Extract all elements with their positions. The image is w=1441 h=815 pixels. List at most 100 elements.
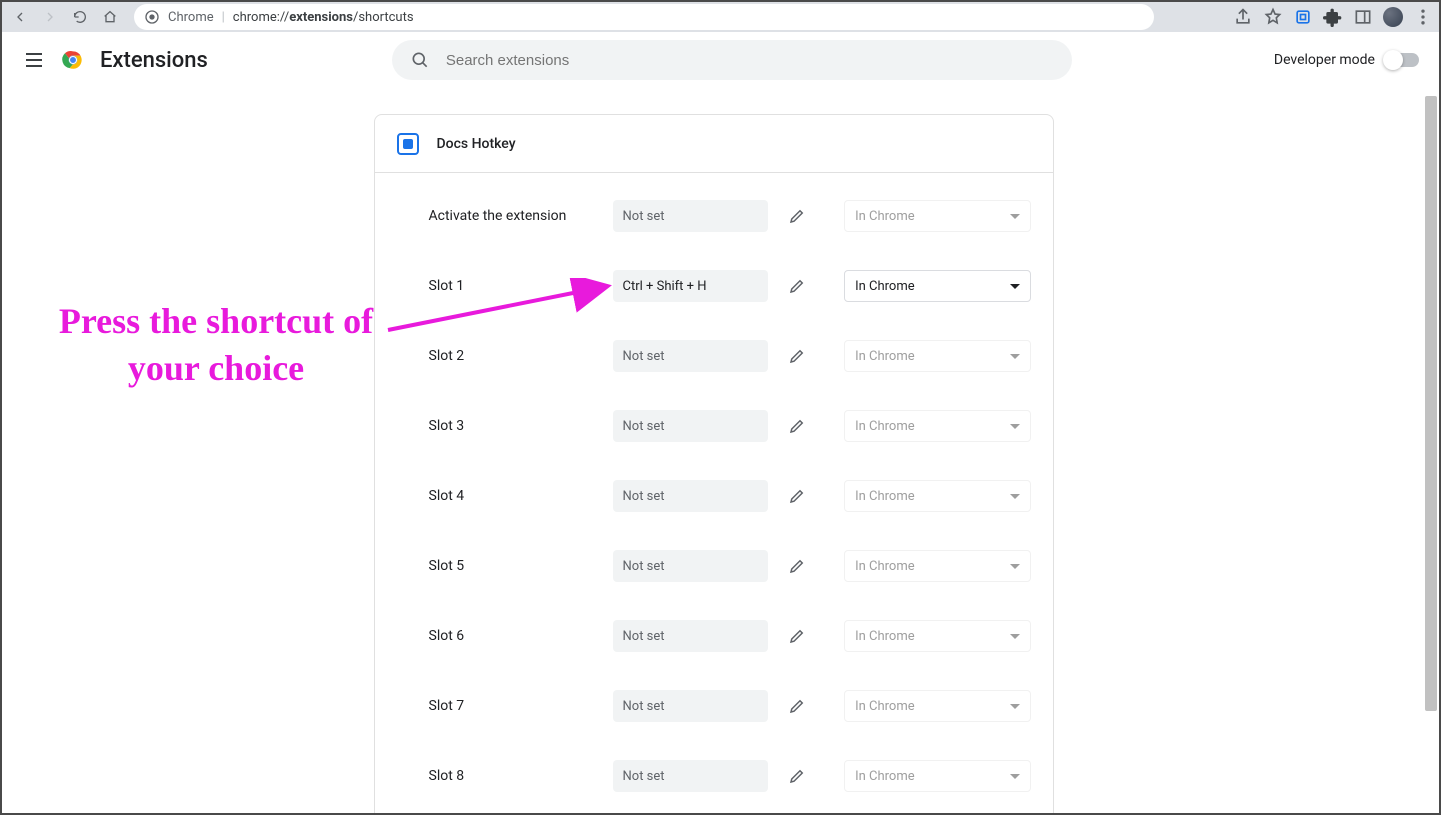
scope-value: In Chrome <box>855 419 915 434</box>
browser-toolbar: Chrome | chrome://extensions/shortcuts <box>2 2 1439 32</box>
shortcut-label: Slot 3 <box>429 418 599 434</box>
side-panel-icon[interactable] <box>1353 7 1373 27</box>
chrome-menu-icon[interactable] <box>1413 7 1433 27</box>
chevron-down-icon <box>1010 704 1020 709</box>
edit-shortcut-button[interactable] <box>784 552 810 580</box>
edit-shortcut-button[interactable] <box>784 202 810 230</box>
scope-value: In Chrome <box>855 559 915 574</box>
shortcut-label: Slot 6 <box>429 628 599 644</box>
bookmark-star-icon[interactable] <box>1263 7 1283 27</box>
scope-value: In Chrome <box>855 209 915 224</box>
omnibox-origin-label: Chrome <box>168 10 214 25</box>
search-box[interactable] <box>392 40 1072 80</box>
pencil-icon <box>788 277 806 295</box>
forward-button[interactable] <box>38 5 62 29</box>
scope-dropdown: In Chrome <box>844 410 1030 442</box>
page-scrollbar[interactable] <box>1425 90 1437 813</box>
page-title: Extensions <box>100 48 208 73</box>
site-info-icon <box>144 9 160 25</box>
chevron-down-icon <box>1010 774 1020 779</box>
shortcut-input[interactable]: Not set <box>613 410 768 442</box>
extension-icon <box>397 133 419 155</box>
pencil-icon <box>788 557 806 575</box>
scope-dropdown: In Chrome <box>844 690 1030 722</box>
extension-card: Docs Hotkey Activate the extension Not se… <box>374 114 1054 813</box>
extension-pin-icon[interactable] <box>1293 7 1313 27</box>
chrome-logo-icon <box>60 47 86 73</box>
search-icon <box>410 50 430 70</box>
shortcut-input[interactable]: Ctrl + Shift + H <box>613 270 768 302</box>
edit-shortcut-button[interactable] <box>784 622 810 650</box>
scope-dropdown: In Chrome <box>844 340 1030 372</box>
shortcut-row: Slot 3 Not set In Chrome <box>375 391 1053 461</box>
shortcut-label: Slot 4 <box>429 488 599 504</box>
pencil-icon <box>788 487 806 505</box>
back-button[interactable] <box>8 5 32 29</box>
scope-dropdown: In Chrome <box>844 550 1030 582</box>
scope-dropdown: In Chrome <box>844 200 1030 232</box>
home-button[interactable] <box>98 5 122 29</box>
shortcut-label: Slot 7 <box>429 698 599 714</box>
chevron-down-icon <box>1010 564 1020 569</box>
edit-shortcut-button[interactable] <box>784 272 810 300</box>
content-area: Docs Hotkey Activate the extension Not se… <box>2 90 1425 813</box>
scope-value: In Chrome <box>855 629 915 644</box>
pencil-icon <box>788 207 806 225</box>
scope-dropdown: In Chrome <box>844 620 1030 652</box>
extension-card-header: Docs Hotkey <box>375 115 1053 173</box>
profile-avatar[interactable] <box>1383 7 1403 27</box>
edit-shortcut-button[interactable] <box>784 692 810 720</box>
share-icon[interactable] <box>1233 7 1253 27</box>
shortcut-label: Activate the extension <box>429 208 599 224</box>
menu-button[interactable] <box>22 48 46 72</box>
edit-shortcut-button[interactable] <box>784 482 810 510</box>
search-input[interactable] <box>444 51 1054 70</box>
shortcut-input[interactable]: Not set <box>613 340 768 372</box>
scope-value: In Chrome <box>855 699 915 714</box>
scope-dropdown[interactable]: In Chrome <box>844 270 1030 302</box>
shortcut-row: Slot 1 Ctrl + Shift + H In Chrome <box>375 251 1053 321</box>
edit-shortcut-button[interactable] <box>784 762 810 790</box>
pencil-icon <box>788 347 806 365</box>
shortcut-label: Slot 2 <box>429 348 599 364</box>
chevron-down-icon <box>1010 634 1020 639</box>
pencil-icon <box>788 627 806 645</box>
shortcut-label: Slot 5 <box>429 558 599 574</box>
shortcut-input[interactable]: Not set <box>613 480 768 512</box>
developer-mode-toggle[interactable] <box>1385 53 1419 67</box>
shortcut-row: Slot 5 Not set In Chrome <box>375 531 1053 601</box>
chevron-down-icon <box>1010 424 1020 429</box>
chevron-down-icon <box>1010 284 1020 289</box>
shortcut-row: Slot 2 Not set In Chrome <box>375 321 1053 391</box>
scope-value: In Chrome <box>855 489 915 504</box>
chevron-down-icon <box>1010 494 1020 499</box>
scope-value: In Chrome <box>855 769 915 784</box>
page-header: Extensions Developer mode <box>2 32 1439 88</box>
scope-dropdown: In Chrome <box>844 760 1030 792</box>
scope-value: In Chrome <box>855 349 915 364</box>
shortcut-row: Slot 8 Not set In Chrome <box>375 741 1053 811</box>
reload-button[interactable] <box>68 5 92 29</box>
chevron-down-icon <box>1010 354 1020 359</box>
extension-name: Docs Hotkey <box>437 136 516 152</box>
edit-shortcut-button[interactable] <box>784 342 810 370</box>
shortcut-input[interactable]: Not set <box>613 200 768 232</box>
shortcut-input[interactable]: Not set <box>613 620 768 652</box>
edit-shortcut-button[interactable] <box>784 412 810 440</box>
chevron-down-icon <box>1010 214 1020 219</box>
shortcut-row: Slot 4 Not set In Chrome <box>375 461 1053 531</box>
shortcut-input[interactable]: Not set <box>613 690 768 722</box>
extensions-puzzle-icon[interactable] <box>1323 7 1343 27</box>
pencil-icon <box>788 697 806 715</box>
scope-dropdown: In Chrome <box>844 480 1030 512</box>
shortcut-input[interactable]: Not set <box>613 760 768 792</box>
address-bar[interactable]: Chrome | chrome://extensions/shortcuts <box>134 4 1154 30</box>
shortcut-input[interactable]: Not set <box>613 550 768 582</box>
shortcut-row: Slot 7 Not set In Chrome <box>375 671 1053 741</box>
developer-mode-label: Developer mode <box>1274 52 1375 68</box>
omnibox-url: chrome://extensions/shortcuts <box>233 10 414 25</box>
shortcut-row: Activate the extension Not set In Chrome <box>375 181 1053 251</box>
shortcut-row: Slot 6 Not set In Chrome <box>375 601 1053 671</box>
shortcut-label: Slot 1 <box>429 278 599 294</box>
shortcut-label: Slot 8 <box>429 768 599 784</box>
